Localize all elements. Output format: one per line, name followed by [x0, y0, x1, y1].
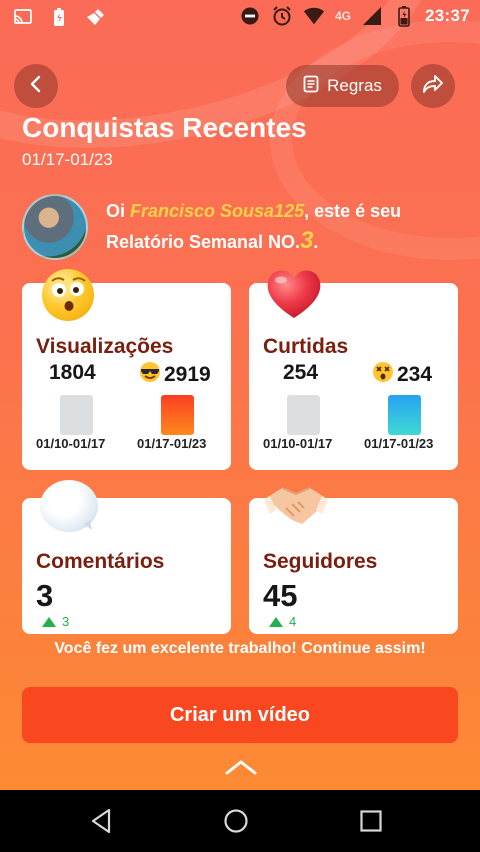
views-prev-value: 1804 — [49, 361, 96, 384]
likes-curr-stat: 234 — [371, 361, 432, 389]
likes-curr-label: 01/17-01/23 — [364, 436, 434, 451]
views-title: Visualizações — [36, 335, 174, 358]
handshake-emoji — [264, 480, 328, 530]
do-not-disturb-icon — [239, 5, 261, 27]
followers-title: Seguidores — [263, 550, 378, 573]
dizzy-face-emoji — [42, 269, 94, 321]
followers-delta-value: 4 — [289, 614, 297, 629]
cast-icon — [12, 6, 34, 28]
alarm-icon — [271, 5, 293, 27]
views-curr-value: 2919 — [164, 363, 211, 386]
chevron-up-icon[interactable] — [224, 758, 258, 776]
views-curr-bar — [161, 395, 194, 435]
views-curr-label: 01/17-01/23 — [137, 436, 207, 451]
comments-title: Comentários — [36, 550, 165, 573]
greeting-suffix: . — [313, 232, 319, 252]
wifi-icon — [303, 5, 325, 27]
heart-emoji — [264, 266, 324, 320]
network-type: 4G — [335, 9, 352, 23]
report-number: 3 — [300, 227, 314, 254]
likes-curr-value: 234 — [397, 363, 433, 386]
greeting-prefix: Oi — [106, 201, 131, 221]
dizzy-face-emoji — [371, 361, 395, 389]
page-title: Conquistas Recentes — [22, 112, 307, 143]
views-prev-label: 01/10-01/17 — [36, 436, 106, 451]
views-prev-bar — [60, 395, 93, 435]
document-icon — [303, 75, 319, 98]
report-date-range: 01/17-01/23 — [22, 150, 113, 169]
followers-delta: 4 — [269, 614, 296, 629]
status-bar: 4G 23:37 — [0, 0, 480, 34]
views-curr-stat: 2919 — [138, 361, 211, 389]
cool-face-emoji — [138, 361, 162, 389]
username: Francisco Sousa125 — [130, 201, 305, 221]
encouragement-message: Você fez um excelente trabalho! Continue… — [54, 640, 426, 657]
likes-prev-bar — [287, 395, 320, 435]
chevron-left-icon — [28, 75, 44, 98]
share-icon — [422, 74, 444, 99]
likes-curr-bar — [388, 395, 421, 435]
nav-recents-icon[interactable] — [354, 804, 388, 838]
signal-icon — [361, 5, 383, 27]
likes-prev-label: 01/10-01/17 — [263, 436, 333, 451]
up-triangle-icon — [269, 616, 283, 627]
rules-button[interactable]: Regras — [286, 65, 399, 107]
weekly-report-screen: 4G 23:37 Regras Conquistas Recentes 01/1… — [0, 0, 480, 790]
broom-icon — [84, 6, 106, 28]
up-triangle-icon — [42, 616, 56, 627]
likes-title: Curtidas — [263, 335, 349, 358]
system-navigation-bar — [0, 790, 480, 852]
greeting-text: Oi Francisco Sousa125, este é seu Relató… — [106, 196, 466, 257]
clock: 23:37 — [425, 6, 470, 25]
likes-prev-value: 254 — [283, 361, 319, 384]
comments-delta: 3 — [42, 614, 69, 629]
nav-back-icon[interactable] — [84, 804, 118, 838]
battery-saver-icon — [48, 6, 70, 28]
speech-bubble-emoji — [40, 480, 98, 532]
comments-delta-value: 3 — [62, 614, 70, 629]
back-button[interactable] — [14, 64, 58, 108]
comments-value: 3 — [36, 578, 54, 613]
followers-value: 45 — [263, 578, 298, 613]
nav-home-icon[interactable] — [219, 804, 253, 838]
share-button[interactable] — [411, 64, 455, 108]
create-video-button[interactable]: Criar um vídeo — [22, 687, 458, 743]
battery-icon — [393, 5, 415, 27]
rules-label: Regras — [327, 76, 382, 95]
avatar[interactable] — [22, 194, 88, 260]
